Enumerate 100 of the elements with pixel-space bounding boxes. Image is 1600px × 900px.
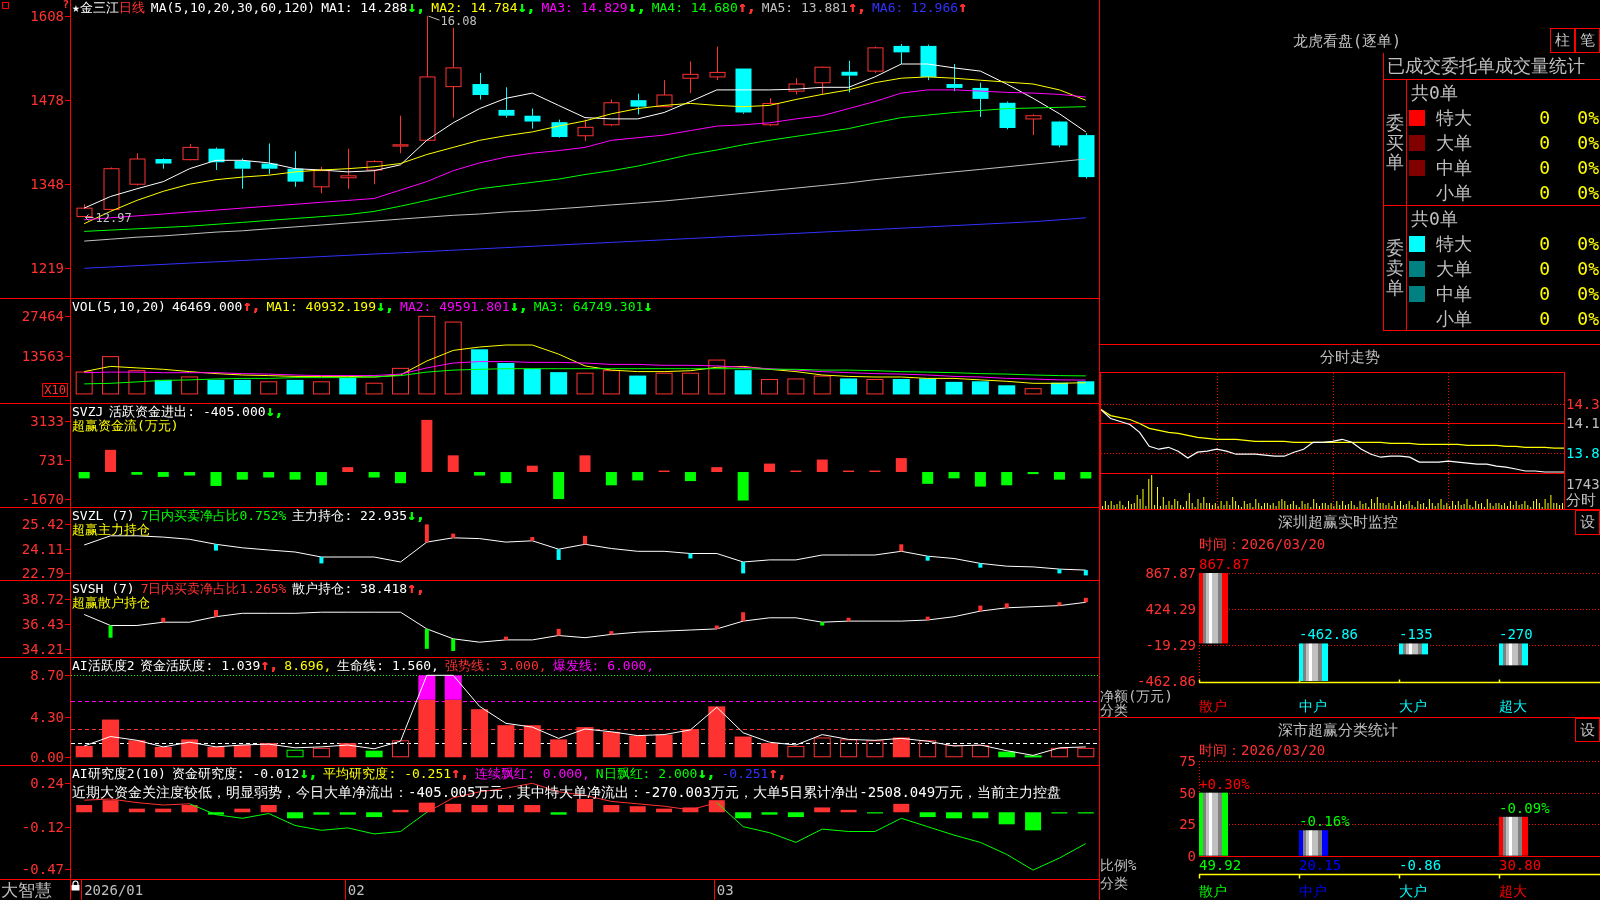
order-size-label: 大单: [1436, 257, 1472, 279]
panel-title: 分时走势: [1320, 348, 1380, 366]
legend-label: 主力持仓: 22.935: [292, 508, 408, 523]
table-title: 已成交委托单成交量统计: [1387, 55, 1585, 76]
group-label: 委买单: [1386, 112, 1404, 173]
order-size-label: 小单: [1436, 181, 1472, 203]
value-label: -270: [1499, 627, 1533, 642]
category-label: 大户: [1399, 884, 1427, 898]
axis-tick-label: 0.24: [30, 777, 64, 791]
period-label: 日线: [118, 0, 145, 15]
legend-label: AI研究度2(10): [72, 766, 166, 781]
category-label: 超大: [1499, 699, 1527, 713]
candlestick: [682, 60, 699, 94]
price-annotation: 16.08: [440, 15, 477, 28]
candlestick: [129, 152, 146, 186]
lock-icon: [71, 880, 80, 891]
panel-title: 深市超赢分类统计: [1277, 721, 1398, 739]
order-size-label: 中单: [1436, 156, 1472, 178]
axis-tick-label: 0: [1187, 848, 1196, 863]
group-label: 委卖单: [1386, 238, 1404, 298]
legend-label: 爆发线: 6.000,: [552, 658, 655, 673]
legend-label: 资金研究度: -0.012: [171, 766, 300, 781]
axis-tick-label: 14.1: [1566, 416, 1600, 431]
date-axis-label: 2026/01: [81, 880, 144, 900]
legend-label: MA4: 14.680: [651, 0, 738, 15]
axis-tick-label: 1608: [30, 10, 64, 24]
order-size-label: 特大: [1436, 106, 1472, 128]
order-size-label: 大单: [1436, 131, 1472, 153]
settings-button[interactable]: 设: [1575, 718, 1600, 742]
change-label: -0.09%: [1499, 800, 1550, 815]
axis-tick-label: 4.30: [30, 710, 64, 724]
legend-label: AI活跃度2: [72, 658, 135, 673]
axis-tick-label: 3133: [30, 415, 64, 429]
order-count: 0: [1539, 181, 1550, 203]
order-percent: 0%: [1577, 156, 1599, 178]
value-label: 20.15: [1299, 858, 1342, 872]
candlestick: [762, 97, 779, 127]
trend-arrow: ↑,: [768, 766, 787, 782]
axis-tick-label: 38.72: [21, 592, 64, 606]
candlestick: [603, 99, 620, 127]
order-count: 0: [1539, 131, 1550, 153]
toggle-button[interactable]: 笔: [1575, 28, 1600, 53]
value-label: 30.80: [1499, 858, 1542, 872]
candlestick: [155, 157, 172, 170]
settings-button[interactable]: 设: [1575, 510, 1600, 535]
order-percent: 0%: [1577, 257, 1599, 279]
trend-arrow: ↑: [958, 0, 968, 16]
order-count: 0: [1539, 257, 1550, 279]
candlestick: [103, 166, 120, 212]
candlestick: [999, 101, 1016, 130]
order-count: 0: [1539, 106, 1550, 128]
category-label: 散户: [1199, 699, 1227, 713]
axis-tick-label: 731: [38, 454, 64, 468]
arrow-icon: [85, 214, 94, 221]
trend-arrow: ↓,: [299, 766, 318, 782]
square-icon: [2, 2, 9, 9]
trend-arrow: ↓,: [407, 508, 426, 524]
candlestick: [630, 93, 647, 115]
axis-tick-label: 25: [1179, 817, 1196, 832]
value-label: -135: [1399, 627, 1433, 642]
legend-label: MA2: 49591.801: [400, 299, 510, 314]
candlestick: [656, 79, 673, 108]
candlestick: [946, 63, 963, 92]
candlestick: [893, 43, 910, 65]
order-percent: 0%: [1577, 282, 1599, 304]
candlestick: [261, 143, 278, 175]
legend-label: MA1: 40932.199: [266, 299, 376, 314]
axis-tick-label: 75: [1179, 754, 1196, 768]
trend-arrow: ↓,: [509, 299, 528, 315]
axis-tick-label: -1670: [21, 493, 64, 507]
legend-label: 散户持仓: 38.418: [292, 581, 408, 596]
stock-name: ★金三江: [72, 0, 119, 15]
timestamp-label: 时间：2026/03/20: [1199, 742, 1326, 758]
candlestick: [340, 148, 357, 190]
candlestick: [735, 68, 752, 115]
order-count: 0: [1539, 232, 1550, 254]
axis-tick-label: 36.43: [21, 618, 64, 632]
candlestick: [1051, 120, 1068, 148]
volume-scale-label: 1743: [1566, 477, 1600, 491]
axis-title: 比例%: [1100, 858, 1137, 872]
candlestick: [814, 66, 831, 95]
unit-label: X10: [42, 383, 68, 397]
legend-label: N日飘红: 2.000: [595, 766, 698, 781]
axis-tick-label: -0.47: [21, 862, 64, 876]
candlestick: [1025, 113, 1042, 136]
candlestick: [920, 44, 937, 81]
help-button[interactable]: ?: [61, 0, 70, 10]
order-total: 共0单: [1411, 82, 1458, 103]
trend-arrow: ↓,: [376, 299, 395, 315]
candlestick: [577, 119, 594, 142]
legend-label: SVSH (7): [72, 581, 135, 596]
legend-label: 超赢资金流(万元): [72, 418, 179, 433]
date-axis-label: 02: [344, 880, 365, 900]
toggle-button[interactable]: 柱: [1550, 28, 1575, 53]
axis-tick-label: -0.12: [21, 820, 64, 834]
candlestick: [841, 60, 858, 93]
axis-tick-label: 34.21: [21, 642, 64, 656]
category-label: 中户: [1299, 884, 1327, 898]
trend-arrow: ↑,: [260, 658, 279, 674]
axis-tick-label: 0.00: [30, 751, 64, 765]
